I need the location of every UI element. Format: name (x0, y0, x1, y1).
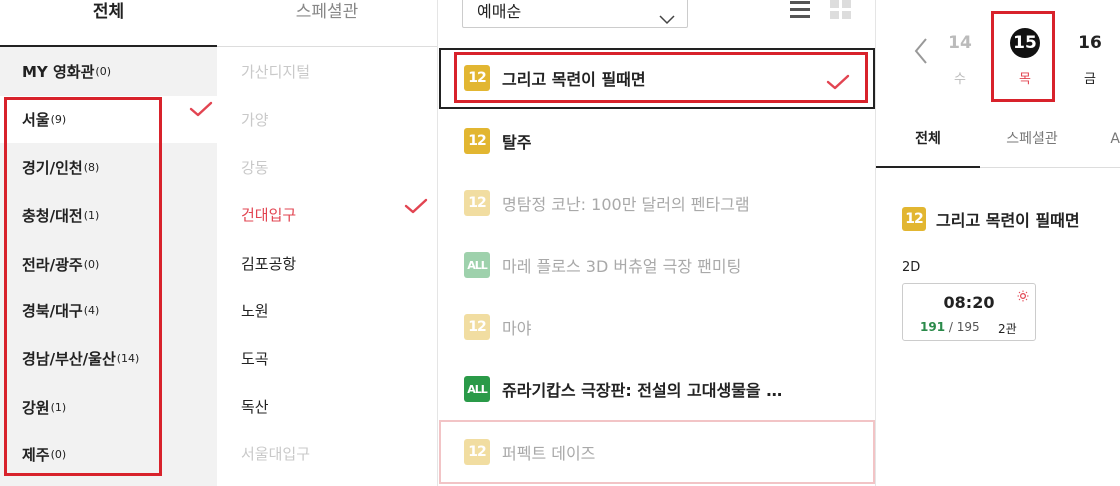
tab-special-theaters[interactable]: 스페셜관 (217, 0, 437, 47)
movie-title: 마레 플로스 3D 버츄얼 극장 팬미팅 (502, 257, 742, 276)
rating-12-badge: 12 (464, 314, 490, 340)
movie-title: 쥬라기캅스 극장판: 전설의 고대생물을 … (502, 381, 783, 400)
chevron-down-icon (659, 5, 675, 35)
rating-all-badge: ALL (464, 252, 490, 278)
theater-item[interactable]: 김포공항 (241, 252, 296, 276)
movie-item[interactable]: ALL 쥬라기캅스 극장판: 전설의 고대생물을 … (438, 363, 877, 415)
region-name: MY 영화관 (22, 63, 95, 81)
theater-item-selected[interactable]: 건대입구 (241, 203, 296, 227)
theater-item: 가산디지털 (241, 63, 311, 81)
movie-title: 마야 (502, 319, 532, 338)
sun-icon (1017, 287, 1029, 306)
date-weekday: 수 (954, 72, 966, 87)
rating-12-badge: 12 (902, 207, 926, 231)
grid-view-icon[interactable] (830, 0, 852, 20)
movie-title: 명탐정 코난: 100만 달러의 펜타그램 (502, 195, 750, 214)
date-number: 16 (1078, 33, 1102, 53)
movie-title: 그리고 목련이 필때면 (936, 211, 1080, 230)
theater-panel: 스페셜관 가산디지털 가양 강동 건대입구 김포공항 노원 도곡 독산 서울대입… (217, 0, 437, 486)
theater-item: 가양 (241, 111, 269, 129)
highlight-box (4, 97, 162, 476)
check-icon (189, 101, 213, 117)
theater-item[interactable]: 독산 (241, 395, 269, 419)
date-number: 14 (948, 33, 972, 53)
tab-all-regions[interactable]: 전체 (0, 0, 217, 47)
rating-all-badge: ALL (464, 376, 490, 402)
hall-label: 2관 (998, 322, 1017, 336)
rating-12-badge: 12 (464, 190, 490, 216)
chevron-left-icon[interactable] (914, 38, 928, 68)
schedule-panel: 14 수 15 목 16 금 전체 스페셜관 A 12 그리고 목련이 필때면 … (876, 0, 1120, 486)
theater-item: 강동 (241, 159, 269, 177)
seats-total: / 195 (948, 320, 980, 334)
sort-selected-value: 예매순 (477, 2, 522, 21)
movie-panel: 예매순 12 그리고 목련이 필때면 12 탈주 12 명탐정 코난: 100만… (437, 0, 876, 486)
highlight-box (454, 52, 868, 103)
tab-all[interactable]: 전체 (876, 118, 980, 168)
date-weekday: 금 (1084, 72, 1096, 87)
theater-item[interactable]: 노원 (241, 299, 269, 323)
showtime-button[interactable]: 08:20 191 / 195 2관 (902, 283, 1036, 341)
schedule-tabs: 전체 스페셜관 A (876, 118, 1120, 168)
movie-item: 12 명탐정 코난: 100만 달러의 펜타그램 (438, 177, 877, 229)
schedule-movie: 12 그리고 목련이 필때면 (902, 207, 1080, 231)
date-item[interactable]: 16 금 (1067, 28, 1113, 87)
list-view-icon[interactable] (790, 0, 810, 18)
showtime: 08:20 (943, 293, 995, 312)
movie-item-outline (439, 420, 875, 484)
region-count: (0) (95, 65, 112, 78)
tab-next[interactable]: A (1084, 118, 1120, 168)
movie-title: 탈주 (502, 133, 532, 152)
highlight-box (991, 11, 1055, 102)
check-icon (404, 198, 428, 214)
check-icon (826, 74, 850, 90)
theater-item: 서울대입구 (241, 445, 311, 463)
theater-item[interactable]: 도곡 (241, 347, 269, 371)
movie-item: ALL 마레 플로스 3D 버츄얼 극장 팬미팅 (438, 239, 877, 291)
tab-special[interactable]: 스페셜관 (980, 118, 1084, 168)
format-label: 2D (902, 260, 921, 275)
region-panel: 전체 MY 영화관 (0) 서울 (9) 경기/인천 (8) 충청/대전 (1) 전라/… (0, 0, 217, 486)
region-item-my[interactable]: MY 영화관 (0) (0, 48, 217, 95)
seat-count: 191 / 195 (920, 320, 980, 334)
movie-item: 12 마야 (438, 301, 877, 353)
rating-12-badge: 12 (464, 128, 490, 154)
seats-left: 191 (920, 320, 946, 334)
movie-item[interactable]: 12 탈주 (438, 115, 877, 167)
sort-select[interactable]: 예매순 (462, 0, 688, 28)
date-item: 14 수 (937, 28, 983, 87)
